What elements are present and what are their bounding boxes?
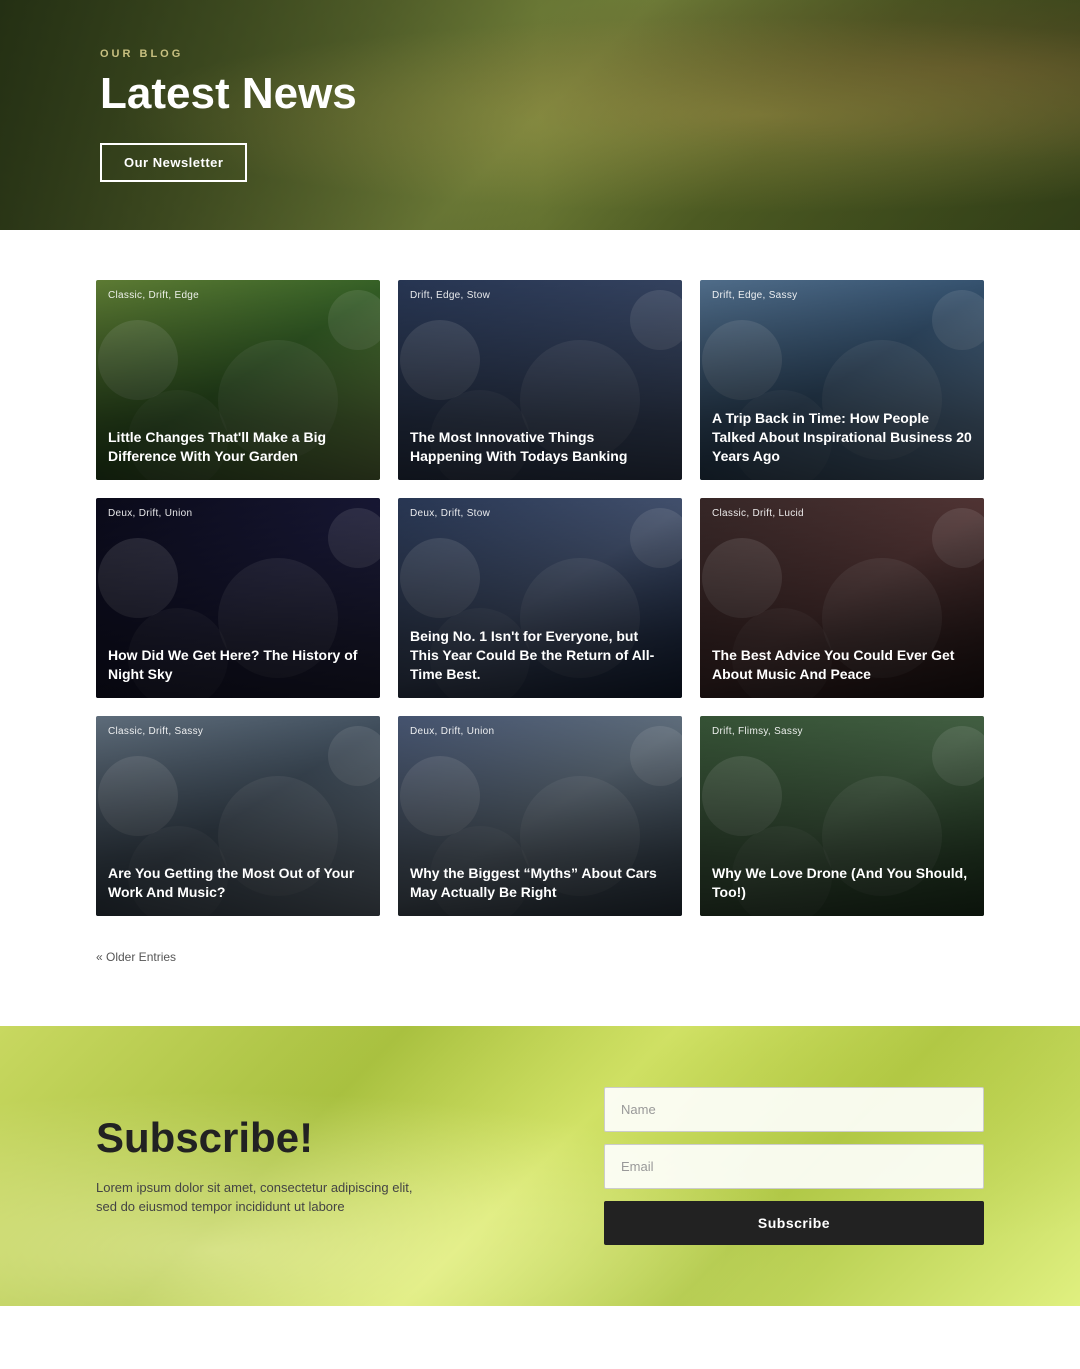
card-title-music: The Best Advice You Could Ever Get About… — [712, 646, 972, 684]
card-title-cars: Why the Biggest “Myths” About Cars May A… — [410, 864, 670, 902]
subscribe-description: Lorem ipsum dolor sit amet, consectetur … — [96, 1178, 416, 1217]
card-title-garden: Little Changes That'll Make a Big Differ… — [108, 428, 368, 466]
card-title-drone: Why We Love Drone (And You Should, Too!) — [712, 864, 972, 902]
card-tags-business: Drift, Edge, Sassy — [712, 290, 797, 301]
card-tags-best: Deux, Drift, Stow — [410, 508, 490, 519]
card-tags-music: Classic, Drift, Lucid — [712, 508, 804, 519]
card-tags-nightsky: Deux, Drift, Union — [108, 508, 192, 519]
subscribe-form: Subscribe — [604, 1087, 984, 1245]
card-tags-drone: Drift, Flimsy, Sassy — [712, 726, 803, 737]
subscribe-title: Subscribe! — [96, 1115, 496, 1161]
card-title-workmusic: Are You Getting the Most Out of Your Wor… — [108, 864, 368, 902]
blog-card-best[interactable]: Deux, Drift, Stow Being No. 1 Isn't for E… — [398, 498, 682, 698]
card-title-banking: The Most Innovative Things Happening Wit… — [410, 428, 670, 466]
card-title-nightsky: How Did We Get Here? The History of Nigh… — [108, 646, 368, 684]
card-tags-workmusic: Classic, Drift, Sassy — [108, 726, 203, 737]
hero-section: OUR BLOG Latest News Our Newsletter — [0, 0, 1080, 230]
blog-card-drone[interactable]: Drift, Flimsy, Sassy Why We Love Drone (A… — [700, 716, 984, 916]
blog-card-business[interactable]: Drift, Edge, Sassy A Trip Back in Time: H… — [700, 280, 984, 480]
subscribe-section: Subscribe! Lorem ipsum dolor sit amet, c… — [0, 1026, 1080, 1306]
card-title-business: A Trip Back in Time: How People Talked A… — [712, 409, 972, 466]
email-input[interactable] — [604, 1144, 984, 1189]
blog-section: Classic, Drift, Edge Little Changes That'… — [0, 230, 1080, 1026]
name-input[interactable] — [604, 1087, 984, 1132]
subscribe-button[interactable]: Subscribe — [604, 1201, 984, 1245]
card-title-best: Being No. 1 Isn't for Everyone, but This… — [410, 627, 670, 684]
blog-card-music[interactable]: Classic, Drift, Lucid The Best Advice You… — [700, 498, 984, 698]
blog-card-banking[interactable]: Drift, Edge, Stow The Most Innovative Thi… — [398, 280, 682, 480]
blog-card-nightsky[interactable]: Deux, Drift, Union How Did We Get Here? T… — [96, 498, 380, 698]
pagination: « Older Entries — [96, 940, 984, 996]
hero-title: Latest News — [100, 70, 357, 118]
hero-content: OUR BLOG Latest News Our Newsletter — [0, 48, 457, 181]
card-tags-cars: Deux, Drift, Union — [410, 726, 494, 737]
hero-label: OUR BLOG — [100, 48, 357, 60]
older-entries-link[interactable]: « Older Entries — [96, 950, 176, 964]
blog-card-garden[interactable]: Classic, Drift, Edge Little Changes That'… — [96, 280, 380, 480]
subscribe-left: Subscribe! Lorem ipsum dolor sit amet, c… — [96, 1115, 496, 1216]
blog-grid: Classic, Drift, Edge Little Changes That'… — [96, 280, 984, 916]
newsletter-button[interactable]: Our Newsletter — [100, 143, 247, 182]
card-tags-garden: Classic, Drift, Edge — [108, 290, 199, 301]
blog-card-cars[interactable]: Deux, Drift, Union Why the Biggest “Myths… — [398, 716, 682, 916]
blog-card-workmusic[interactable]: Classic, Drift, Sassy Are You Getting the… — [96, 716, 380, 916]
card-tags-banking: Drift, Edge, Stow — [410, 290, 490, 301]
